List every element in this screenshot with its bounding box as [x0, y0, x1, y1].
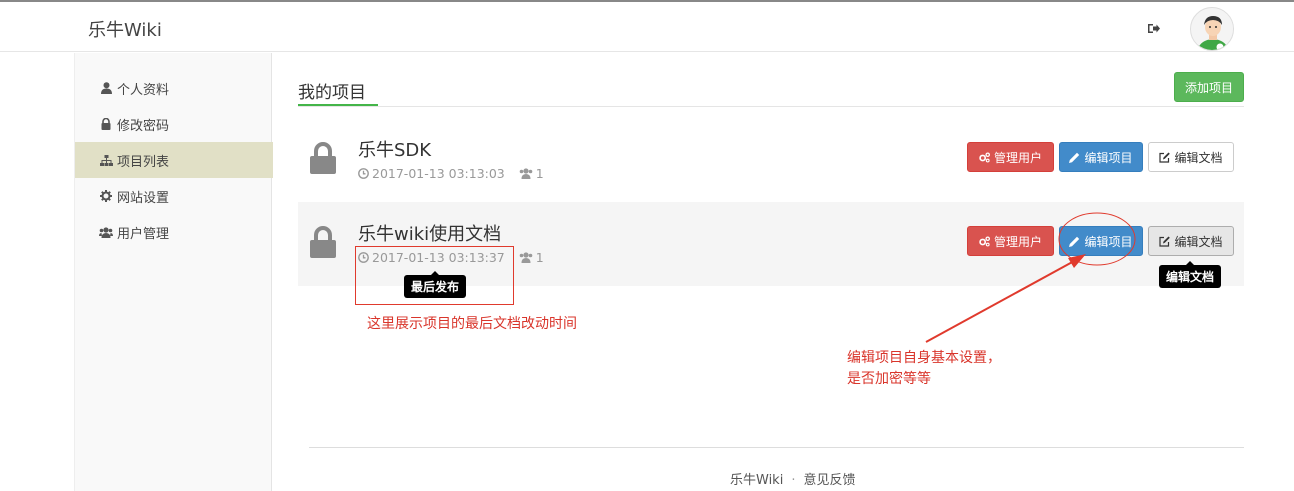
annotation-arrow-head	[1068, 254, 1086, 268]
annotation-overlay	[925, 212, 1136, 343]
footer-divider	[309, 447, 1244, 448]
annotation-arrow-line	[925, 259, 1077, 343]
annotation-ellipse	[1058, 212, 1136, 266]
footer-separator: ·	[791, 473, 796, 488]
footer-brand-link[interactable]: 乐牛Wiki	[730, 473, 783, 488]
footer: 乐牛Wiki · 意见反馈	[730, 469, 855, 488]
feedback-link[interactable]: 意见反馈	[803, 473, 855, 488]
